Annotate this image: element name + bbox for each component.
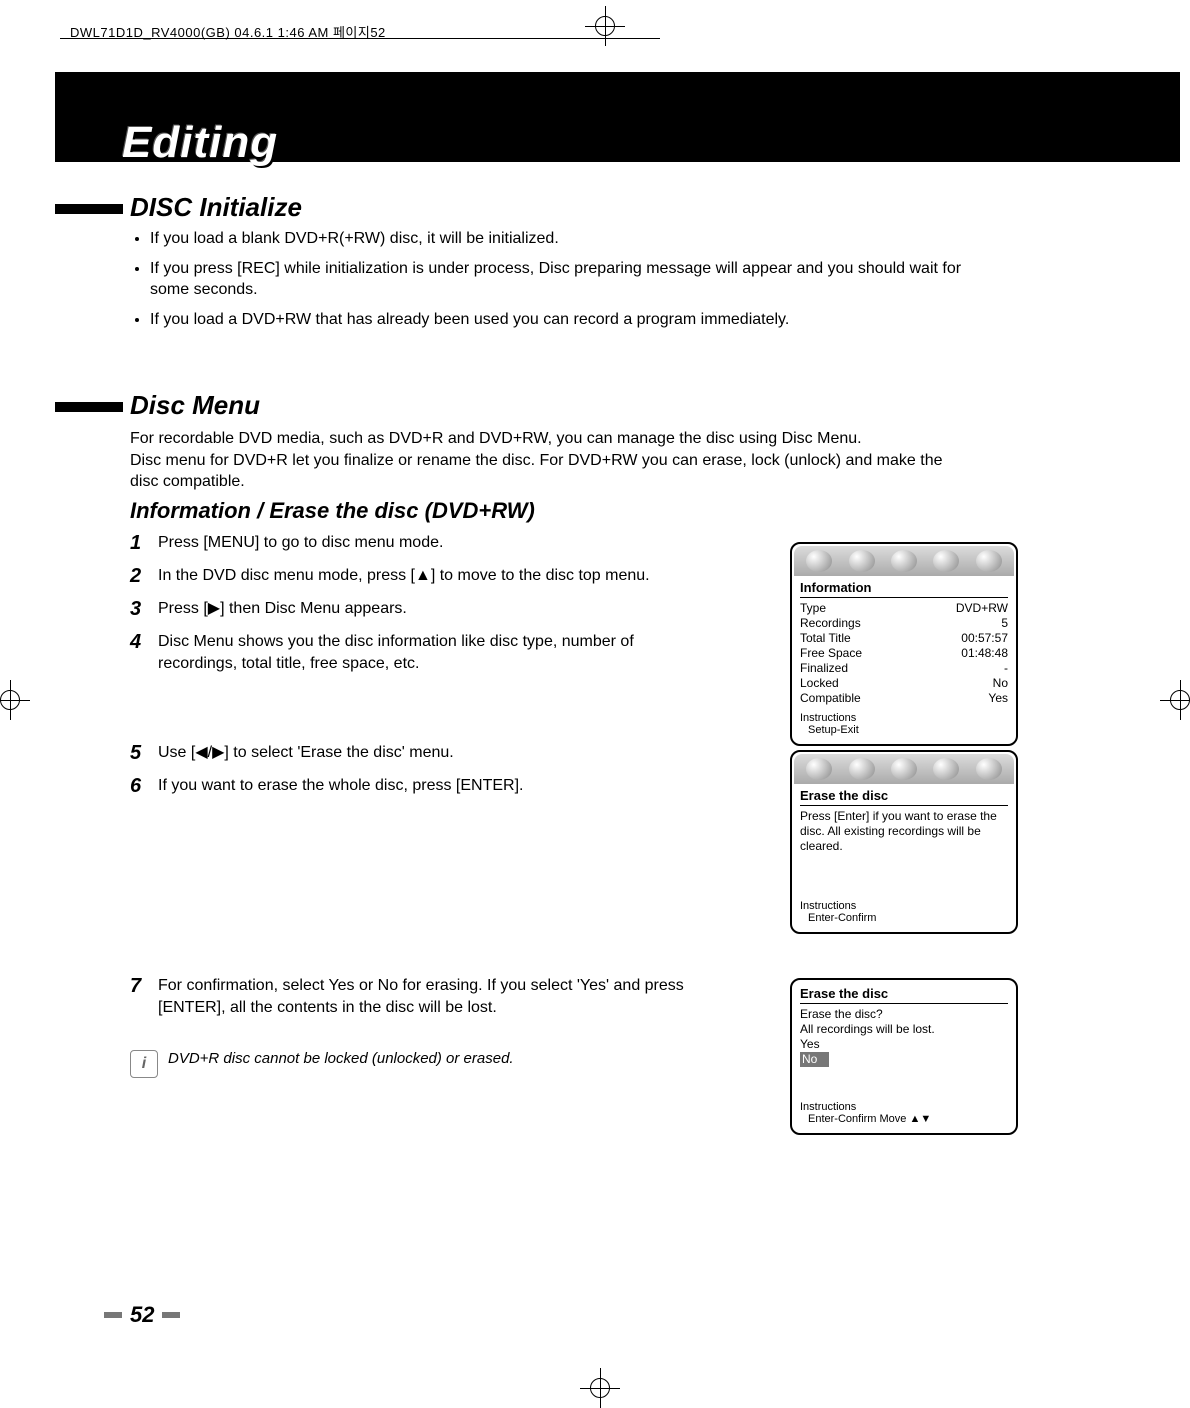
registration-mark-icon bbox=[1160, 680, 1190, 720]
section-heading-disc-menu: Disc Menu bbox=[130, 390, 260, 421]
step: 6If you want to erase the whole disc, pr… bbox=[130, 775, 690, 798]
step-number: 6 bbox=[130, 775, 158, 798]
steps-group-b: 5Use [◀/▶] to select 'Erase the disc' me… bbox=[130, 742, 690, 808]
step-number: 3 bbox=[130, 598, 158, 621]
subheading-info-erase: Information / Erase the disc (DVD+RW) bbox=[130, 498, 535, 524]
note-text: DVD+R disc cannot be locked (unlocked) o… bbox=[168, 1050, 514, 1067]
osd-erase-panel: Erase the disc Press [Enter] if you want… bbox=[790, 750, 1018, 934]
osd-line: All recordings will be lost. bbox=[800, 1022, 1008, 1037]
page-number: 52 bbox=[130, 1302, 154, 1328]
step-text: For confirmation, select Yes or No for e… bbox=[158, 975, 690, 1018]
registration-mark-icon bbox=[0, 680, 30, 720]
osd-title: Erase the disc bbox=[800, 788, 1008, 806]
heading-bar bbox=[55, 204, 123, 214]
osd-option-no-selected: No bbox=[800, 1052, 1008, 1067]
osd-key: Recordings bbox=[800, 616, 861, 631]
osd-row: Finalized - bbox=[800, 661, 1008, 676]
osd-key: Type bbox=[800, 601, 826, 616]
osd-key: Locked bbox=[800, 676, 839, 691]
step-text: Disc Menu shows you the disc information… bbox=[158, 631, 690, 674]
osd-information-panel: Information Type DVD+RW Recordings 5 Total… bbox=[790, 542, 1018, 746]
osd-row: Type DVD+RW bbox=[800, 601, 1008, 616]
section-heading-disc-initialize: DISC Initialize bbox=[130, 192, 302, 223]
steps-group-a: 1Press [MENU] to go to disc menu mode. 2… bbox=[130, 532, 690, 684]
osd-key: Free Space bbox=[800, 646, 862, 661]
osd-line: Erase the disc? bbox=[800, 1007, 1008, 1022]
osd-instructions: Setup-Exit bbox=[800, 724, 1008, 736]
step-number: 7 bbox=[130, 975, 158, 998]
osd-instructions-label: Instructions bbox=[800, 900, 1008, 912]
osd-val: No bbox=[993, 676, 1008, 691]
heading-bar bbox=[55, 402, 123, 412]
osd-val: - bbox=[1004, 661, 1008, 676]
osd-val: DVD+RW bbox=[956, 601, 1008, 616]
osd-row: Total Title 00:57:57 bbox=[800, 631, 1008, 646]
step-number: 2 bbox=[130, 565, 158, 588]
list-item: If you load a DVD+RW that has already be… bbox=[150, 309, 970, 331]
disc-init-bullets: If you load a blank DVD+R(+RW) disc, it … bbox=[150, 228, 970, 338]
step-number: 1 bbox=[130, 532, 158, 555]
step-text: Press [▶] then Disc Menu appears. bbox=[158, 598, 407, 620]
osd-option-no-label: No bbox=[800, 1052, 829, 1067]
step-number: 5 bbox=[130, 742, 158, 765]
page-ornament bbox=[162, 1312, 180, 1318]
step-text: Use [◀/▶] to select 'Erase the disc' men… bbox=[158, 742, 454, 764]
chapter-title: Editing bbox=[122, 118, 278, 168]
step: 2In the DVD disc menu mode, press [▲] to… bbox=[130, 565, 690, 588]
osd-val: 01:48:48 bbox=[961, 646, 1008, 661]
osd-row: Recordings 5 bbox=[800, 616, 1008, 631]
osd-confirm-panel: Erase the disc Erase the disc? All recor… bbox=[790, 978, 1018, 1135]
osd-instructions: Enter-Confirm Move ▲▼ bbox=[800, 1113, 1008, 1125]
osd-key: Compatible bbox=[800, 691, 861, 706]
osd-val: Yes bbox=[988, 691, 1008, 706]
list-item: If you press [REC] while initialization … bbox=[150, 258, 970, 301]
registration-mark-icon bbox=[585, 6, 625, 46]
steps-group-c: 7For confirmation, select Yes or No for … bbox=[130, 975, 690, 1028]
osd-tab-icons bbox=[794, 754, 1014, 784]
header-rule bbox=[60, 38, 660, 39]
step: 5Use [◀/▶] to select 'Erase the disc' me… bbox=[130, 742, 690, 765]
osd-key: Finalized bbox=[800, 661, 848, 676]
registration-mark-icon bbox=[580, 1368, 620, 1408]
osd-body-text: Press [Enter] if you want to erase the d… bbox=[800, 809, 1008, 854]
step: 7For confirmation, select Yes or No for … bbox=[130, 975, 690, 1018]
step-text: If you want to erase the whole disc, pre… bbox=[158, 775, 524, 797]
osd-option-yes: Yes bbox=[800, 1037, 1008, 1052]
osd-instructions-label: Instructions bbox=[800, 1101, 1008, 1113]
osd-row: Locked No bbox=[800, 676, 1008, 691]
list-item: If you load a blank DVD+R(+RW) disc, it … bbox=[150, 228, 970, 250]
step-text: Press [MENU] to go to disc menu mode. bbox=[158, 532, 443, 554]
step: 3Press [▶] then Disc Menu appears. bbox=[130, 598, 690, 621]
step: 4Disc Menu shows you the disc informatio… bbox=[130, 631, 690, 674]
note: i DVD+R disc cannot be locked (unlocked)… bbox=[130, 1050, 514, 1078]
info-icon: i bbox=[130, 1050, 158, 1078]
osd-val: 5 bbox=[1001, 616, 1008, 631]
osd-instructions: Enter-Confirm bbox=[800, 912, 1008, 924]
osd-val: 00:57:57 bbox=[961, 631, 1008, 646]
osd-row: Compatible Yes bbox=[800, 691, 1008, 706]
step-number: 4 bbox=[130, 631, 158, 654]
disc-menu-intro: For recordable DVD media, such as DVD+R … bbox=[130, 428, 970, 493]
osd-row: Free Space 01:48:48 bbox=[800, 646, 1008, 661]
osd-title: Erase the disc bbox=[800, 986, 1008, 1004]
osd-title: Information bbox=[800, 580, 1008, 598]
osd-instructions-label: Instructions bbox=[800, 712, 1008, 724]
page-ornament bbox=[104, 1312, 122, 1318]
osd-key: Total Title bbox=[800, 631, 851, 646]
step: 1Press [MENU] to go to disc menu mode. bbox=[130, 532, 690, 555]
osd-tab-icons bbox=[794, 546, 1014, 576]
step-text: In the DVD disc menu mode, press [▲] to … bbox=[158, 565, 650, 587]
